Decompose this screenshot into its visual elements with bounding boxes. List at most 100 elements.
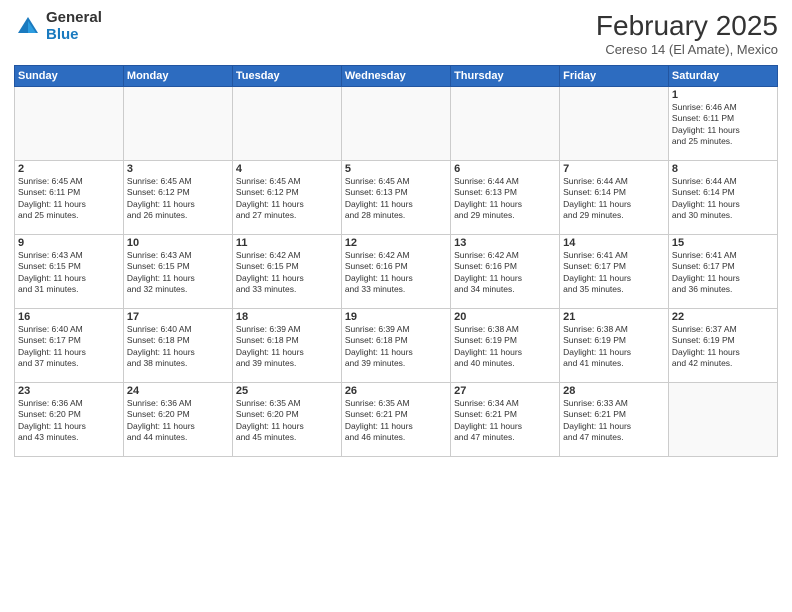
day-info: Sunrise: 6:46 AM Sunset: 6:11 PM Dayligh…	[672, 102, 774, 148]
day-number: 20	[454, 311, 556, 323]
day-number: 13	[454, 237, 556, 249]
day-cell-0-3	[341, 87, 450, 161]
day-cell-0-1	[123, 87, 232, 161]
day-info: Sunrise: 6:38 AM Sunset: 6:19 PM Dayligh…	[563, 324, 665, 370]
col-monday: Monday	[123, 66, 232, 87]
col-wednesday: Wednesday	[341, 66, 450, 87]
day-cell-4-1: 24Sunrise: 6:36 AM Sunset: 6:20 PM Dayli…	[123, 383, 232, 457]
day-cell-3-5: 21Sunrise: 6:38 AM Sunset: 6:19 PM Dayli…	[560, 309, 669, 383]
day-cell-1-3: 5Sunrise: 6:45 AM Sunset: 6:13 PM Daylig…	[341, 161, 450, 235]
day-number: 2	[18, 163, 120, 175]
day-number: 28	[563, 385, 665, 397]
col-friday: Friday	[560, 66, 669, 87]
day-info: Sunrise: 6:41 AM Sunset: 6:17 PM Dayligh…	[563, 250, 665, 296]
logo-general-text: General	[46, 10, 102, 27]
day-cell-2-4: 13Sunrise: 6:42 AM Sunset: 6:16 PM Dayli…	[451, 235, 560, 309]
day-number: 4	[236, 163, 338, 175]
day-info: Sunrise: 6:43 AM Sunset: 6:15 PM Dayligh…	[127, 250, 229, 296]
day-number: 7	[563, 163, 665, 175]
day-number: 12	[345, 237, 447, 249]
day-cell-1-4: 6Sunrise: 6:44 AM Sunset: 6:13 PM Daylig…	[451, 161, 560, 235]
day-cell-2-2: 11Sunrise: 6:42 AM Sunset: 6:15 PM Dayli…	[232, 235, 341, 309]
day-info: Sunrise: 6:45 AM Sunset: 6:13 PM Dayligh…	[345, 176, 447, 222]
day-cell-3-2: 18Sunrise: 6:39 AM Sunset: 6:18 PM Dayli…	[232, 309, 341, 383]
logo-blue-text: Blue	[46, 27, 102, 44]
day-number: 27	[454, 385, 556, 397]
day-number: 5	[345, 163, 447, 175]
col-sunday: Sunday	[15, 66, 124, 87]
day-cell-1-1: 3Sunrise: 6:45 AM Sunset: 6:12 PM Daylig…	[123, 161, 232, 235]
header: General Blue February 2025 Cereso 14 (El…	[14, 10, 778, 57]
day-number: 14	[563, 237, 665, 249]
location-title: Cereso 14 (El Amate), Mexico	[596, 42, 778, 57]
logo: General Blue	[14, 10, 102, 43]
day-cell-2-1: 10Sunrise: 6:43 AM Sunset: 6:15 PM Dayli…	[123, 235, 232, 309]
day-info: Sunrise: 6:44 AM Sunset: 6:13 PM Dayligh…	[454, 176, 556, 222]
day-info: Sunrise: 6:36 AM Sunset: 6:20 PM Dayligh…	[127, 398, 229, 444]
day-number: 21	[563, 311, 665, 323]
day-info: Sunrise: 6:41 AM Sunset: 6:17 PM Dayligh…	[672, 250, 774, 296]
col-thursday: Thursday	[451, 66, 560, 87]
day-number: 9	[18, 237, 120, 249]
day-info: Sunrise: 6:40 AM Sunset: 6:17 PM Dayligh…	[18, 324, 120, 370]
day-number: 1	[672, 89, 774, 101]
title-area: February 2025 Cereso 14 (El Amate), Mexi…	[596, 10, 778, 57]
day-cell-1-6: 8Sunrise: 6:44 AM Sunset: 6:14 PM Daylig…	[668, 161, 777, 235]
day-cell-0-2	[232, 87, 341, 161]
day-info: Sunrise: 6:35 AM Sunset: 6:20 PM Dayligh…	[236, 398, 338, 444]
day-cell-3-4: 20Sunrise: 6:38 AM Sunset: 6:19 PM Dayli…	[451, 309, 560, 383]
day-cell-4-4: 27Sunrise: 6:34 AM Sunset: 6:21 PM Dayli…	[451, 383, 560, 457]
day-cell-1-0: 2Sunrise: 6:45 AM Sunset: 6:11 PM Daylig…	[15, 161, 124, 235]
day-cell-4-2: 25Sunrise: 6:35 AM Sunset: 6:20 PM Dayli…	[232, 383, 341, 457]
day-number: 6	[454, 163, 556, 175]
day-info: Sunrise: 6:42 AM Sunset: 6:16 PM Dayligh…	[345, 250, 447, 296]
day-info: Sunrise: 6:39 AM Sunset: 6:18 PM Dayligh…	[236, 324, 338, 370]
day-cell-2-3: 12Sunrise: 6:42 AM Sunset: 6:16 PM Dayli…	[341, 235, 450, 309]
day-info: Sunrise: 6:44 AM Sunset: 6:14 PM Dayligh…	[563, 176, 665, 222]
day-number: 15	[672, 237, 774, 249]
day-cell-2-6: 15Sunrise: 6:41 AM Sunset: 6:17 PM Dayli…	[668, 235, 777, 309]
day-number: 17	[127, 311, 229, 323]
day-cell-0-0	[15, 87, 124, 161]
day-number: 18	[236, 311, 338, 323]
day-number: 26	[345, 385, 447, 397]
day-info: Sunrise: 6:42 AM Sunset: 6:16 PM Dayligh…	[454, 250, 556, 296]
day-number: 24	[127, 385, 229, 397]
day-cell-2-0: 9Sunrise: 6:43 AM Sunset: 6:15 PM Daylig…	[15, 235, 124, 309]
calendar-table: Sunday Monday Tuesday Wednesday Thursday…	[14, 65, 778, 457]
day-cell-4-6	[668, 383, 777, 457]
day-number: 11	[236, 237, 338, 249]
day-number: 16	[18, 311, 120, 323]
day-cell-4-0: 23Sunrise: 6:36 AM Sunset: 6:20 PM Dayli…	[15, 383, 124, 457]
day-info: Sunrise: 6:45 AM Sunset: 6:11 PM Dayligh…	[18, 176, 120, 222]
logo-icon	[14, 13, 42, 41]
day-cell-0-4	[451, 87, 560, 161]
day-info: Sunrise: 6:45 AM Sunset: 6:12 PM Dayligh…	[127, 176, 229, 222]
week-row-2: 2Sunrise: 6:45 AM Sunset: 6:11 PM Daylig…	[15, 161, 778, 235]
day-cell-1-5: 7Sunrise: 6:44 AM Sunset: 6:14 PM Daylig…	[560, 161, 669, 235]
day-info: Sunrise: 6:34 AM Sunset: 6:21 PM Dayligh…	[454, 398, 556, 444]
week-row-5: 23Sunrise: 6:36 AM Sunset: 6:20 PM Dayli…	[15, 383, 778, 457]
col-saturday: Saturday	[668, 66, 777, 87]
logo-text: General Blue	[46, 10, 102, 43]
day-number: 22	[672, 311, 774, 323]
month-title: February 2025	[596, 10, 778, 42]
day-cell-4-5: 28Sunrise: 6:33 AM Sunset: 6:21 PM Dayli…	[560, 383, 669, 457]
calendar-container: General Blue February 2025 Cereso 14 (El…	[0, 0, 792, 612]
day-info: Sunrise: 6:43 AM Sunset: 6:15 PM Dayligh…	[18, 250, 120, 296]
calendar-header-row: Sunday Monday Tuesday Wednesday Thursday…	[15, 66, 778, 87]
day-info: Sunrise: 6:40 AM Sunset: 6:18 PM Dayligh…	[127, 324, 229, 370]
day-info: Sunrise: 6:44 AM Sunset: 6:14 PM Dayligh…	[672, 176, 774, 222]
day-number: 25	[236, 385, 338, 397]
day-cell-0-6: 1Sunrise: 6:46 AM Sunset: 6:11 PM Daylig…	[668, 87, 777, 161]
day-number: 8	[672, 163, 774, 175]
day-cell-3-0: 16Sunrise: 6:40 AM Sunset: 6:17 PM Dayli…	[15, 309, 124, 383]
day-cell-3-3: 19Sunrise: 6:39 AM Sunset: 6:18 PM Dayli…	[341, 309, 450, 383]
day-number: 10	[127, 237, 229, 249]
day-info: Sunrise: 6:36 AM Sunset: 6:20 PM Dayligh…	[18, 398, 120, 444]
week-row-3: 9Sunrise: 6:43 AM Sunset: 6:15 PM Daylig…	[15, 235, 778, 309]
week-row-4: 16Sunrise: 6:40 AM Sunset: 6:17 PM Dayli…	[15, 309, 778, 383]
day-cell-3-6: 22Sunrise: 6:37 AM Sunset: 6:19 PM Dayli…	[668, 309, 777, 383]
day-info: Sunrise: 6:45 AM Sunset: 6:12 PM Dayligh…	[236, 176, 338, 222]
day-info: Sunrise: 6:35 AM Sunset: 6:21 PM Dayligh…	[345, 398, 447, 444]
